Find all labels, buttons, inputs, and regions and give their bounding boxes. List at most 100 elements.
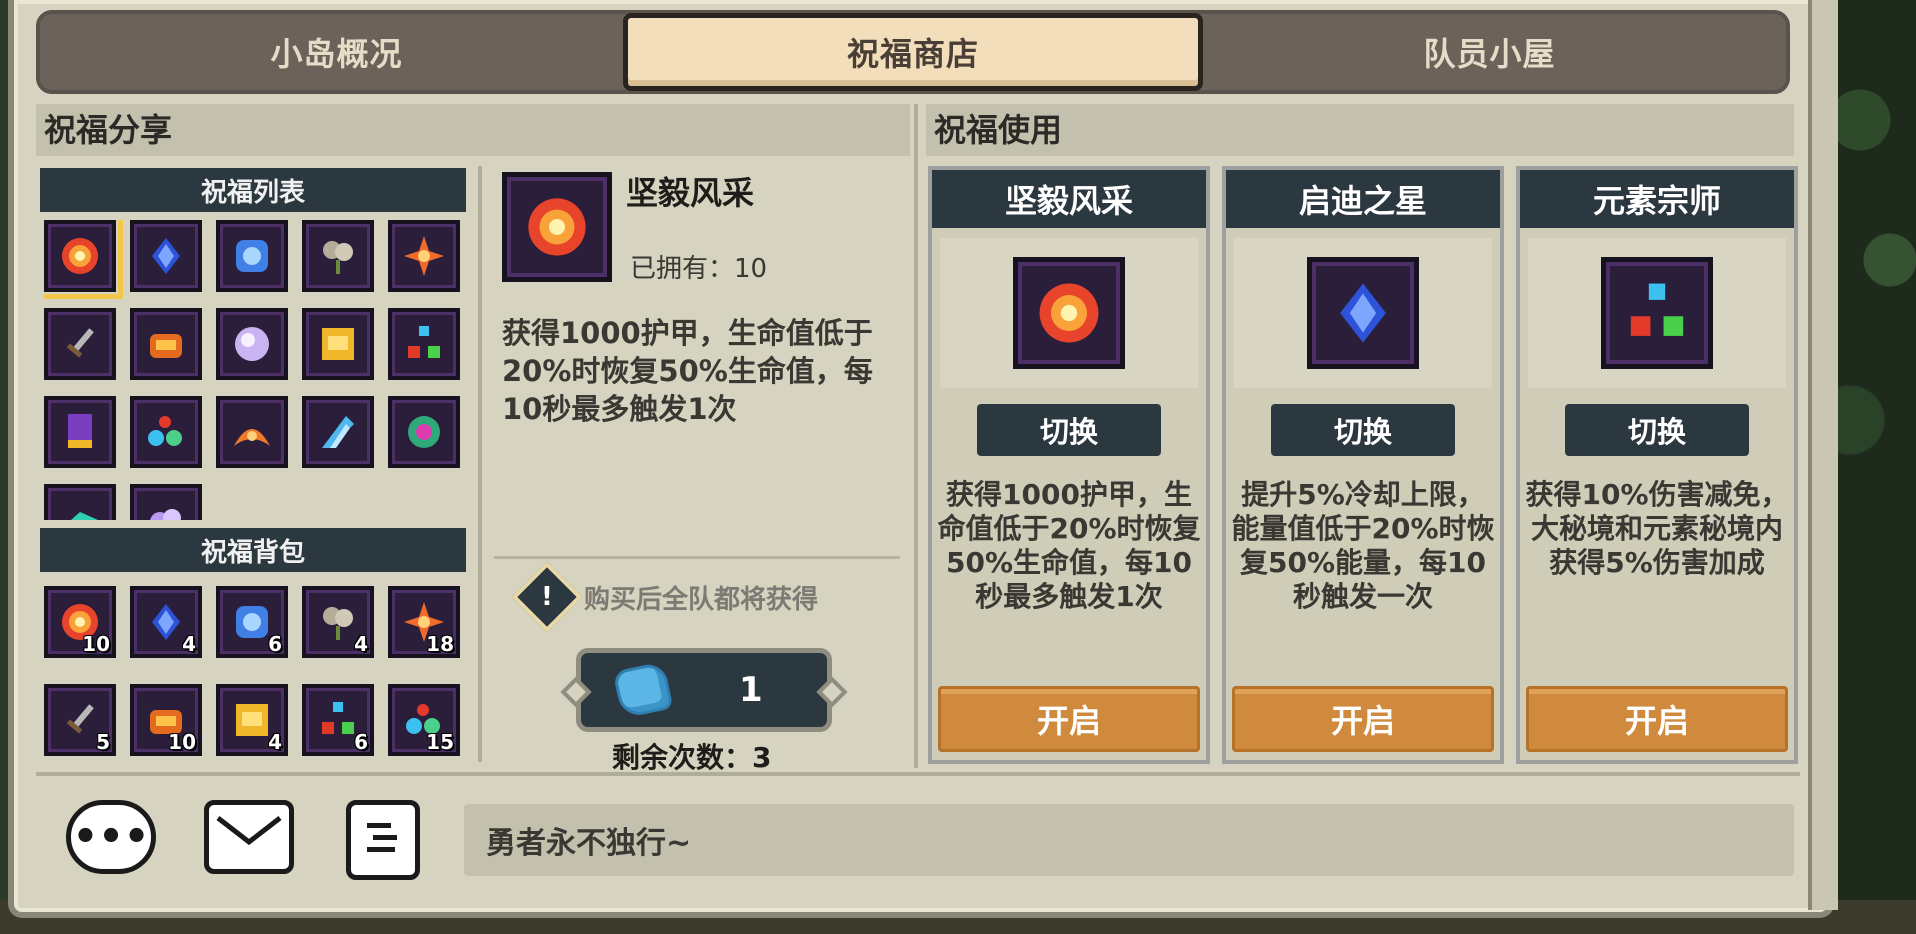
blessing-share-heading: 祝福分享	[36, 104, 910, 156]
item-count: 18	[426, 632, 454, 656]
document-icon[interactable]	[346, 800, 420, 880]
ice-shard-icon	[322, 416, 354, 448]
switch-button[interactable]: 切换	[977, 404, 1161, 456]
gray-flower-icon	[323, 241, 353, 274]
blessing-slot[interactable]	[44, 484, 116, 520]
card-icon-area	[1528, 238, 1786, 388]
blessing-usage-heading: 祝福使用	[926, 104, 1794, 156]
blessing-list-header: 祝福列表	[40, 168, 466, 212]
envelope-icon	[216, 816, 282, 846]
blessing-slot[interactable]	[388, 396, 460, 468]
frost-icon	[236, 240, 268, 272]
item-count: 10	[82, 632, 110, 656]
detail-divider	[494, 556, 900, 559]
blessing-slot[interactable]: 10	[44, 586, 116, 658]
blessing-slot[interactable]	[44, 308, 116, 380]
blessing-slot[interactable]: 6	[216, 586, 288, 658]
blessing-slot[interactable]: 4	[302, 586, 374, 658]
card-icon-frame	[1307, 257, 1419, 369]
burst-icon	[1039, 283, 1099, 343]
tab-island-overview[interactable]: 小岛概况	[40, 14, 633, 90]
buy-cost: 1	[739, 670, 763, 710]
sword-icon	[66, 328, 94, 358]
activate-button[interactable]: 开启	[938, 686, 1200, 752]
blessing-usage-card: 元素宗师切换获得10%伤害减免，大秘境和元素秘境内获得5%伤害加成开启	[1516, 166, 1798, 764]
card-title: 启迪之星	[1226, 170, 1500, 228]
activate-button[interactable]: 开启	[1526, 686, 1788, 752]
blessing-slot[interactable]	[216, 220, 288, 292]
burst-icon	[62, 238, 98, 274]
blessing-slot[interactable]	[130, 484, 202, 520]
teal-shard-icon	[71, 512, 98, 520]
purple-bubble-icon	[150, 509, 181, 520]
selected-blessing-icon	[502, 172, 612, 282]
item-count: 6	[354, 730, 368, 754]
blessing-slot[interactable]: 6	[302, 684, 374, 756]
list-lines-icon	[367, 823, 397, 852]
item-count: 6	[268, 632, 282, 656]
switch-button[interactable]: 切换	[1565, 404, 1749, 456]
exclamation-icon: !	[511, 561, 583, 633]
item-count: 15	[426, 730, 454, 754]
blessing-list-grid	[44, 220, 460, 520]
blessing-slot[interactable]	[388, 308, 460, 380]
banner-icon	[68, 414, 92, 448]
blue-crystal-icon	[152, 238, 180, 274]
blessing-slot[interactable]	[302, 308, 374, 380]
blessing-slot[interactable]	[388, 220, 460, 292]
tab-blessing-shop[interactable]: 祝福商店	[623, 13, 1203, 91]
blessing-slot[interactable]: 18	[388, 586, 460, 658]
selected-blessing-name: 坚毅风采	[626, 174, 755, 212]
card-description: 获得10%伤害减免，大秘境和元素秘境内获得5%伤害加成	[1525, 478, 1789, 579]
blessing-slot[interactable]	[216, 396, 288, 468]
blessing-slot[interactable]: 15	[388, 684, 460, 756]
potions-icon	[148, 416, 182, 446]
blessing-slot[interactable]: 4	[216, 684, 288, 756]
item-count: 10	[168, 730, 196, 754]
burst-icon	[528, 198, 586, 256]
tab-crew-house[interactable]: 队员小屋	[1193, 14, 1786, 90]
activate-button[interactable]: 开启	[1232, 686, 1494, 752]
blessing-slot[interactable]: 10	[130, 684, 202, 756]
flame-wing-icon	[234, 429, 270, 446]
owned-count: 已拥有：10	[630, 254, 768, 284]
card-title: 元素宗师	[1520, 170, 1794, 228]
panel-right-edge	[1808, 0, 1838, 910]
blessing-slot[interactable]: 4	[130, 586, 202, 658]
blessing-slot[interactable]: 5	[44, 684, 116, 756]
selected-blessing-description: 获得1000护甲，生命值低于20%时恢复50%生命值，每10秒最多触发1次	[502, 316, 873, 426]
item-count: 4	[354, 632, 368, 656]
card-icon-area	[1234, 238, 1492, 388]
blessing-slot[interactable]	[130, 220, 202, 292]
switch-button[interactable]: 切换	[1271, 404, 1455, 456]
card-icon-frame	[1601, 257, 1713, 369]
blessing-slot[interactable]	[130, 308, 202, 380]
purchase-notice-text: 购买后全队都将获得	[584, 584, 819, 615]
blessing-slot[interactable]	[44, 220, 123, 299]
blessing-slot[interactable]	[44, 396, 116, 468]
remaining-purchases: 剩余次数：3	[612, 741, 772, 774]
blue-crystal-icon	[1340, 283, 1386, 343]
pink-orb-icon	[235, 327, 269, 361]
gold-scroll-icon	[322, 328, 354, 360]
blessing-slot[interactable]	[302, 220, 374, 292]
blessing-usage-card: 坚毅风采 切换 获得1000护甲，生命值低于20%时恢复50%生命值，每10秒最多触…	[928, 166, 1210, 764]
red-star-icon	[404, 236, 444, 276]
blessing-slot[interactable]	[216, 308, 288, 380]
bottom-divider	[36, 772, 1800, 776]
column-divider	[478, 166, 482, 762]
chat-input[interactable]: 勇者永不独行~	[464, 804, 1794, 876]
purchase-notice: ! 购买后全队都将获得	[511, 561, 819, 633]
card-description: 获得1000护甲，生命值低于20%时恢复50%生命值，每10秒最多触发1次	[937, 478, 1201, 613]
blessing-slot[interactable]	[302, 396, 374, 468]
blessing-token-icon	[612, 661, 674, 719]
chat-bubble-icon[interactable]: •••	[66, 800, 156, 874]
blessing-slot[interactable]	[130, 396, 202, 468]
mail-icon[interactable]	[204, 800, 294, 874]
blessing-bag-header: 祝福背包	[40, 528, 466, 572]
buy-button[interactable]: 1	[560, 648, 848, 732]
fire-chest-icon	[150, 334, 182, 358]
item-count: 4	[268, 730, 282, 754]
item-count: 5	[96, 730, 110, 754]
tri-gem-icon	[408, 326, 440, 358]
